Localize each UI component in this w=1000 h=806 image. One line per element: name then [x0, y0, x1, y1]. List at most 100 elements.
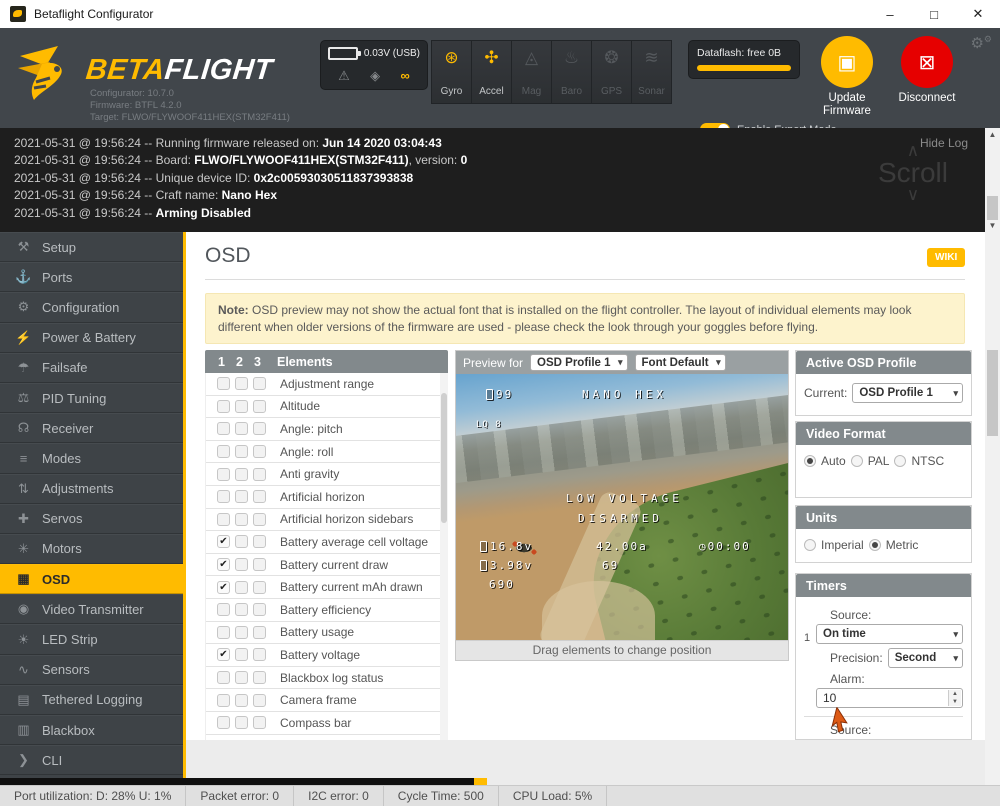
wiki-button[interactable]: WIKI	[927, 248, 965, 267]
element-checkbox-p2[interactable]	[235, 694, 248, 707]
sidebar-item-setup[interactable]: ⚒Setup	[0, 232, 183, 262]
element-checkbox-p3[interactable]	[253, 694, 266, 707]
video-format-radio-pal[interactable]	[851, 455, 863, 467]
active-profile-select[interactable]: OSD Profile 1	[852, 383, 963, 403]
element-checkbox-p2[interactable]	[235, 377, 248, 390]
osd-preview-image[interactable]: 99 NANO HEX LQ 8 LOW VOLTAGE DISARMED 16…	[456, 374, 788, 640]
element-checkbox-p3[interactable]	[253, 671, 266, 684]
osd-cell-voltage[interactable]: 3.98v	[480, 559, 533, 572]
units-radio-metric[interactable]	[869, 539, 881, 551]
video-format-radio-auto[interactable]	[804, 455, 816, 467]
element-checkbox-p1[interactable]	[217, 626, 230, 639]
sidebar-item-ports[interactable]: ⚓Ports	[0, 262, 183, 292]
timer1-precision-select[interactable]: Second	[888, 648, 963, 668]
disconnect-button[interactable]: ⊠ Disconnect	[896, 36, 958, 105]
sidebar-item-failsafe[interactable]: ☂Failsafe	[0, 353, 183, 383]
osd-rssi-value[interactable]: 99	[486, 388, 513, 401]
sidebar-item-cli[interactable]: ❯CLI	[0, 745, 183, 775]
osd-current-draw[interactable]: 42.00a	[596, 540, 648, 553]
element-checkbox-p2[interactable]	[235, 603, 248, 616]
content-scrollbar[interactable]	[985, 232, 1000, 785]
element-checkbox-p1[interactable]	[217, 671, 230, 684]
element-checkbox-p1[interactable]	[217, 445, 230, 458]
sidebar-item-tethered-logging[interactable]: ▤Tethered Logging	[0, 685, 183, 715]
sidebar-item-osd[interactable]: ▦OSD	[0, 564, 183, 594]
osd-craft-name[interactable]: NANO HEX	[582, 388, 667, 401]
osd-battery-voltage[interactable]: 16.8v	[480, 540, 533, 553]
timer1-alarm-input[interactable]: 10 ▲▼	[816, 688, 963, 708]
element-checkbox-p3[interactable]	[253, 377, 266, 390]
element-checkbox-p2[interactable]	[235, 490, 248, 503]
element-checkbox-p1[interactable]	[217, 558, 230, 571]
update-firmware-button[interactable]: ▣ Update Firmware	[816, 36, 878, 118]
elements-scrollbar-thumb[interactable]	[441, 393, 447, 523]
spinner-arrows-icon[interactable]: ▲▼	[948, 690, 961, 706]
sidebar-item-blackbox[interactable]: ▥Blackbox	[0, 715, 183, 745]
element-checkbox-p2[interactable]	[235, 535, 248, 548]
content-scrollbar-thumb[interactable]	[987, 350, 998, 436]
element-checkbox-p3[interactable]	[253, 490, 266, 503]
element-checkbox-p3[interactable]	[253, 581, 266, 594]
element-checkbox-p1[interactable]	[217, 422, 230, 435]
element-checkbox-p3[interactable]	[253, 603, 266, 616]
element-checkbox-p2[interactable]	[235, 400, 248, 413]
osd-warning-low-voltage[interactable]: LOW VOLTAGE	[566, 492, 683, 505]
element-checkbox-p2[interactable]	[235, 671, 248, 684]
element-checkbox-p3[interactable]	[253, 468, 266, 481]
sidebar-item-configuration[interactable]: ⚙Configuration	[0, 292, 183, 322]
minimize-button[interactable]: –	[868, 0, 912, 28]
element-checkbox-p3[interactable]	[253, 422, 266, 435]
element-checkbox-p1[interactable]	[217, 648, 230, 661]
element-checkbox-p2[interactable]	[235, 558, 248, 571]
element-checkbox-p2[interactable]	[235, 716, 248, 729]
element-checkbox-p1[interactable]	[217, 377, 230, 390]
osd-warning-disarmed[interactable]: DISARMED	[578, 512, 663, 525]
sidebar-item-motors[interactable]: ✳Motors	[0, 534, 183, 564]
element-checkbox-p1[interactable]	[217, 468, 230, 481]
log-scrollbar-thumb[interactable]	[987, 196, 998, 220]
osd-current-secondary[interactable]: 69	[602, 559, 619, 572]
element-checkbox-p1[interactable]	[217, 603, 230, 616]
sidebar-item-receiver[interactable]: ☊Receiver	[0, 413, 183, 443]
osd-mah-drawn[interactable]: 690	[489, 578, 515, 591]
element-checkbox-p3[interactable]	[253, 535, 266, 548]
element-checkbox-p3[interactable]	[253, 626, 266, 639]
sidebar-item-power-battery[interactable]: ⚡Power & Battery	[0, 323, 183, 353]
element-checkbox-p3[interactable]	[253, 716, 266, 729]
element-checkbox-p1[interactable]	[217, 400, 230, 413]
element-checkbox-p3[interactable]	[253, 513, 266, 526]
element-checkbox-p1[interactable]	[217, 513, 230, 526]
timer1-source-select[interactable]: On time	[816, 624, 963, 644]
element-checkbox-p2[interactable]	[235, 626, 248, 639]
element-checkbox-p2[interactable]	[235, 422, 248, 435]
sidebar-item-sensors[interactable]: ∿Sensors	[0, 655, 183, 685]
element-checkbox-p2[interactable]	[235, 513, 248, 526]
settings-gear-icon[interactable]: ⚙⚙	[970, 34, 992, 52]
element-checkbox-p3[interactable]	[253, 445, 266, 458]
sidebar-item-led-strip[interactable]: ☀LED Strip	[0, 624, 183, 654]
element-checkbox-p3[interactable]	[253, 648, 266, 661]
units-radio-imperial[interactable]	[804, 539, 816, 551]
element-checkbox-p1[interactable]	[217, 716, 230, 729]
log-scrollbar[interactable]: ▲ ▼	[985, 128, 1000, 232]
link-icon[interactable]: ∞	[401, 68, 410, 84]
sidebar-item-servos[interactable]: ✚Servos	[0, 504, 183, 534]
sidebar-item-modes[interactable]: ≡Modes	[0, 443, 183, 473]
sidebar-item-pid-tuning[interactable]: ⚖PID Tuning	[0, 383, 183, 413]
video-format-radio-ntsc[interactable]	[894, 455, 906, 467]
element-checkbox-p1[interactable]	[217, 535, 230, 548]
element-checkbox-p2[interactable]	[235, 468, 248, 481]
osd-profile-select[interactable]: OSD Profile 1	[530, 354, 628, 371]
maximize-button[interactable]: □	[912, 0, 956, 28]
element-checkbox-p3[interactable]	[253, 558, 266, 571]
element-checkbox-p2[interactable]	[235, 648, 248, 661]
osd-timer[interactable]: ◷00:00	[699, 540, 751, 553]
timer2-source-select[interactable]: Total armed time	[816, 739, 963, 740]
element-checkbox-p1[interactable]	[217, 694, 230, 707]
sidebar-item-video-transmitter[interactable]: ◉Video Transmitter	[0, 594, 183, 624]
element-checkbox-p1[interactable]	[217, 581, 230, 594]
sidebar-item-adjustments[interactable]: ⇅Adjustments	[0, 474, 183, 504]
element-checkbox-p2[interactable]	[235, 445, 248, 458]
element-checkbox-p1[interactable]	[217, 490, 230, 503]
osd-link-quality[interactable]: LQ 8	[476, 420, 502, 430]
